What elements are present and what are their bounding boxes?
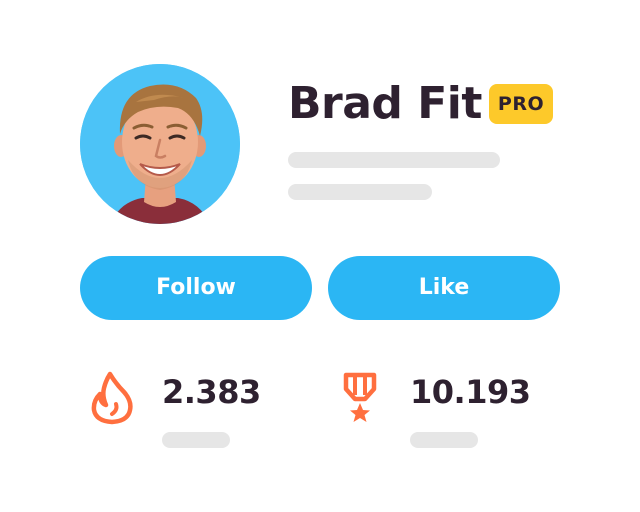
rank-label-placeholder bbox=[410, 432, 478, 448]
avatar-photo bbox=[80, 64, 240, 224]
rank-count: 10.193 bbox=[410, 373, 531, 411]
avatar[interactable] bbox=[80, 64, 240, 224]
medal-icon bbox=[342, 371, 378, 431]
profile-name: Brad Fit bbox=[288, 78, 482, 129]
bio-placeholder-line-2 bbox=[288, 184, 432, 200]
like-button[interactable]: Like bbox=[328, 256, 560, 320]
profile-card: Brad Fit PRO Follow Like 2.383 10.193 bbox=[0, 0, 640, 512]
streak-count: 2.383 bbox=[162, 373, 261, 411]
streak-label-placeholder bbox=[162, 432, 230, 448]
bio-placeholder-line-1 bbox=[288, 152, 500, 168]
flame-icon bbox=[88, 370, 136, 430]
follow-button[interactable]: Follow bbox=[80, 256, 312, 320]
pro-badge: PRO bbox=[489, 84, 553, 124]
